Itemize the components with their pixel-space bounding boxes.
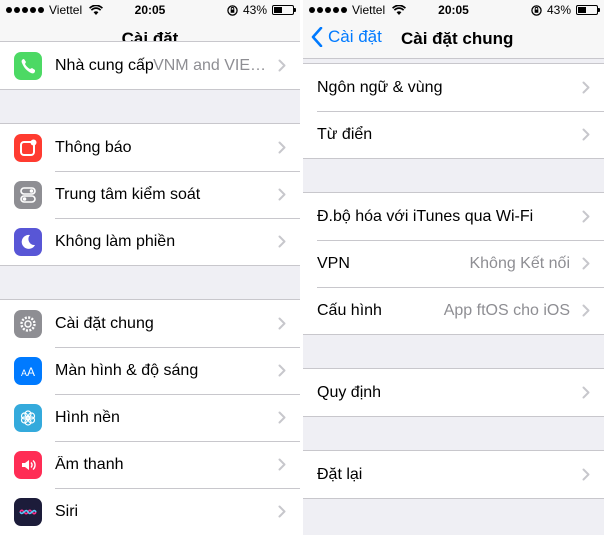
settings-row-label: Siri [55,502,79,520]
settings-row[interactable]: Siri [0,488,300,535]
general-settings-list[interactable]: Ngôn ngữ & vùng Từ điển Đ.bộ hóa với iTune… [303,59,604,535]
rotation-lock-icon [531,4,542,16]
battery-icon [576,5,600,15]
wallpaper-flower-icon [14,403,42,432]
settings-row-label: Cấu hình [317,301,382,319]
settings-row-label: Không làm phiền [55,232,176,250]
settings-group: Đ.bộ hóa với iTunes qua Wi-Fi VPN Không Kế… [303,192,604,335]
settings-row-label: Đ.bộ hóa với iTunes qua Wi-Fi [317,207,534,225]
settings-row-value: VNM and VIE… [153,56,266,74]
settings-row[interactable]: Âm thanh [0,441,300,488]
settings-row[interactable]: Từ điển [303,111,604,158]
chevron-right-icon [278,411,286,424]
page-title: Cài đặt chung [401,29,514,48]
status-right: 43% [531,3,600,17]
status-bar: Viettel 20:05 43% [303,0,604,20]
battery-percent: 43% [242,3,267,17]
settings-row[interactable]: Nhà cung cấp VNM and VIE… [0,42,300,89]
settings-row-label: Hình nền [55,408,120,426]
settings-row[interactable]: A A Màn hình & độ sáng [0,347,300,394]
settings-row-label: VPN [317,254,350,272]
general-settings-screen: Viettel 20:05 43% Cài đặt Cài đặt chung … [303,0,604,535]
settings-row-label: Quy định [317,383,382,401]
chevron-right-icon [278,317,286,330]
battery-fill [274,7,282,13]
chevron-right-icon [582,304,590,317]
speaker-icon [14,450,42,479]
settings-row[interactable]: Ngôn ngữ & vùng [303,64,604,111]
chevron-right-icon [278,141,286,154]
settings-group: Nhà cung cấp VNM and VIE… [0,41,300,90]
chevron-right-icon [582,257,590,270]
chevron-right-icon [278,364,286,377]
battery-percent: 43% [546,3,571,17]
settings-row-value: App ftOS cho iOS [443,301,570,319]
control-center-icon [14,180,42,209]
settings-row-label: Cài đặt chung [55,314,154,332]
chevron-left-icon [311,27,323,47]
status-right: 43% [227,3,296,17]
chevron-right-icon [278,458,286,471]
settings-group: Thông báo Trung tâm kiểm soát Không làm ph… [0,123,300,266]
phone-icon [14,51,42,80]
display-brightness-icon: AA [14,356,42,385]
battery-fill [578,7,586,13]
settings-row-label: Âm thanh [55,455,124,473]
settings-group: Ngôn ngữ & vùng Từ điển [303,63,604,159]
moon-icon [14,227,42,256]
settings-row-label: Đặt lại [317,465,363,483]
settings-row[interactable]: Đặt lại [303,451,604,498]
settings-row[interactable]: Cài đặt chung [0,300,300,347]
nav-bar: Cài đặt Cài đặt chung [303,20,604,59]
chevron-right-icon [278,505,286,518]
chevron-right-icon [278,59,286,72]
settings-group: Quy định [303,368,604,417]
rotation-lock-icon [227,4,238,16]
settings-row[interactable]: Cấu hình App ftOS cho iOS [303,287,604,334]
settings-group: Cài đặt chung A A Màn hình & độ sáng Hình nề… [0,299,300,535]
chevron-right-icon [582,386,590,399]
chevron-right-icon [582,468,590,481]
settings-row-label: Từ điển [317,125,373,143]
screens: Viettel 20:05 43% Cài đặt Nhà cung cấp VN… [0,0,604,535]
settings-list[interactable]: Nhà cung cấp VNM and VIE… Thông báo Trung t… [0,41,300,535]
settings-screen: Viettel 20:05 43% Cài đặt Nhà cung cấp VN… [0,0,300,535]
settings-row[interactable]: VPN Không Kết nối [303,240,604,287]
back-button[interactable]: Cài đặt [311,27,382,47]
chevron-right-icon [582,81,590,94]
settings-row-label: Thông báo [55,138,132,156]
settings-group: Đặt lại [303,450,604,499]
settings-row-label: Màn hình & độ sáng [55,361,199,379]
chevron-right-icon [582,210,590,223]
settings-row-value: Không Kết nối [469,254,570,272]
notifications-icon [14,133,42,162]
settings-row-label: Trung tâm kiểm soát [55,185,201,203]
siri-icon [14,497,42,526]
status-bar: Viettel 20:05 43% [0,0,300,20]
settings-row-label: Ngôn ngữ & vùng [317,78,443,96]
settings-row[interactable]: Trung tâm kiểm soát [0,171,300,218]
settings-row[interactable]: Quy định [303,369,604,416]
settings-row[interactable]: Đ.bộ hóa với iTunes qua Wi-Fi [303,193,604,240]
back-button-label: Cài đặt [328,27,382,46]
settings-row[interactable]: Hình nền [0,394,300,441]
gear-icon [14,309,42,338]
settings-row[interactable]: Thông báo [0,124,300,171]
chevron-right-icon [582,128,590,141]
settings-row[interactable]: Không làm phiền [0,218,300,265]
chevron-right-icon [278,235,286,248]
svg-text:A: A [27,365,35,379]
chevron-right-icon [278,188,286,201]
settings-row-label: Nhà cung cấp [55,56,154,74]
battery-icon [272,5,296,15]
